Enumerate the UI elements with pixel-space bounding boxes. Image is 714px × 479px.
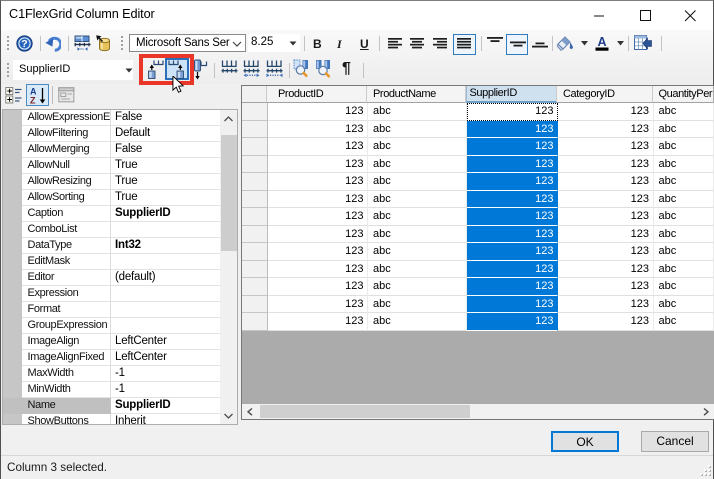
svg-text:Z: Z xyxy=(30,96,36,106)
svg-text:?: ? xyxy=(21,38,27,50)
svg-text:A: A xyxy=(597,35,606,49)
